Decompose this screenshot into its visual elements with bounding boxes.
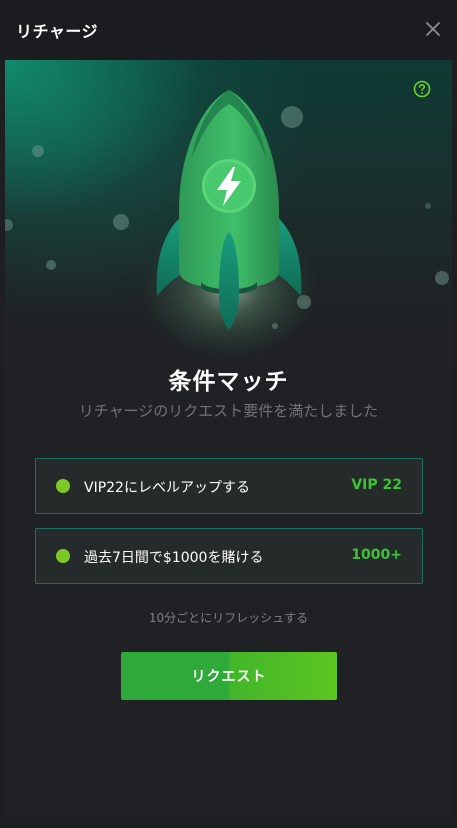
bubble: [435, 271, 449, 285]
condition-value: 1000+: [351, 547, 402, 563]
bubble: [46, 260, 56, 270]
condition-label: VIP22にレベルアップする: [84, 480, 250, 496]
recharge-panel: 条件マッチ リチャージのリクエスト要件を満たしました VIP22にレベルアップす…: [5, 60, 452, 820]
bubble: [32, 145, 44, 157]
rocket-lightning-illustration: [5, 90, 449, 360]
help-circle-icon: [413, 80, 431, 98]
condition-vip-level: VIP22にレベルアップする VIP 22: [35, 458, 423, 514]
bubble: [113, 214, 129, 230]
recharge-modal: リチャージ 条件マッチ リチャージのリクエスト要件を満たしました VIP22にレ…: [0, 0, 457, 828]
close-icon: [426, 22, 440, 36]
condition-label: 過去7日間で$1000を賭ける: [84, 550, 264, 566]
refresh-note: 10分ごとにリフレッシュする: [148, 611, 309, 625]
status-subtitle: リチャージのリクエスト要件を満たしました: [78, 402, 379, 420]
help-button[interactable]: [413, 80, 431, 98]
modal-title: リチャージ: [16, 22, 99, 41]
condition-value: VIP 22: [351, 477, 402, 493]
bubble: [5, 219, 13, 231]
close-button[interactable]: [423, 18, 443, 40]
condition-check-icon: [56, 549, 70, 563]
status-title: 条件マッチ: [168, 369, 289, 395]
modal-header: リチャージ: [0, 0, 457, 60]
condition-wager-amount: 過去7日間で$1000を賭ける 1000+: [35, 528, 423, 584]
bubble: [425, 203, 431, 209]
bubble: [281, 106, 303, 128]
condition-check-icon: [56, 479, 70, 493]
request-button[interactable]: リクエスト: [121, 652, 337, 700]
